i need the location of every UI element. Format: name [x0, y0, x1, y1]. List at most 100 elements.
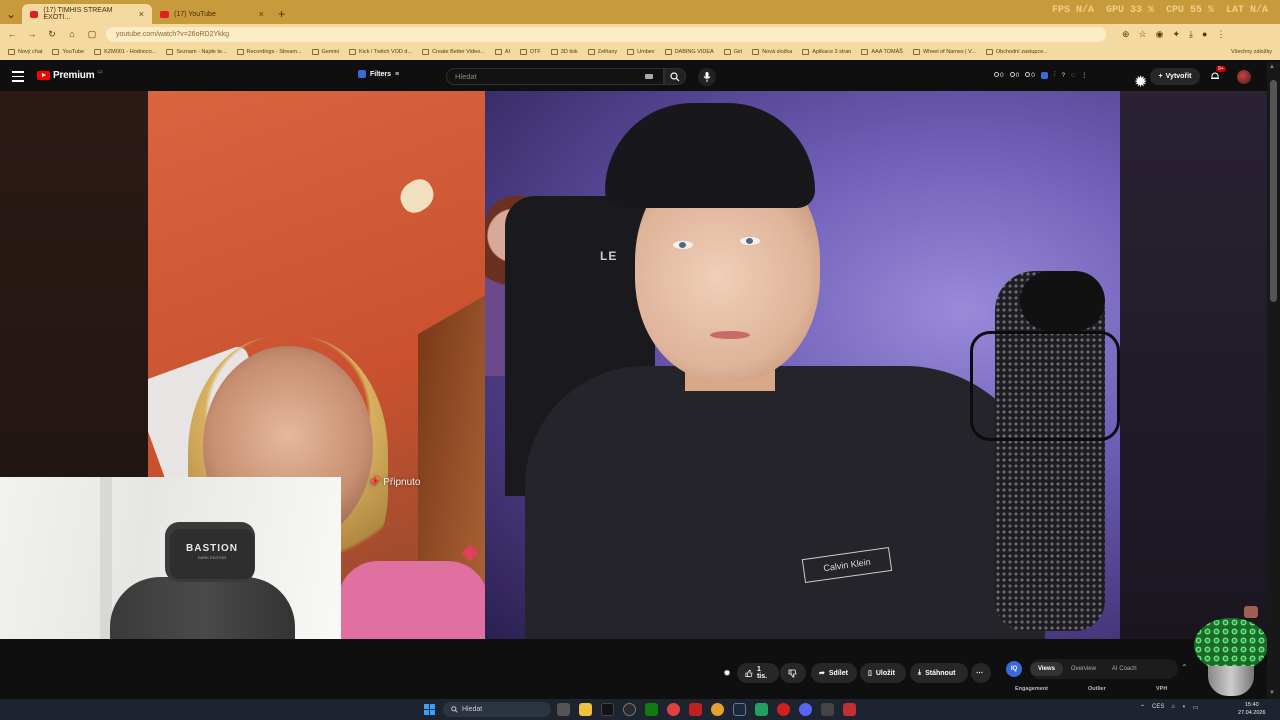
bookmark-item[interactable]: Nový chat: [8, 49, 42, 55]
all-bookmarks-button[interactable]: Všechny záložky: [1231, 49, 1272, 55]
bookmark-item[interactable]: Nová složka: [752, 49, 792, 55]
battery-icon[interactable]: ▭: [1193, 704, 1199, 711]
bookmark-item[interactable]: Seznam - Najde te...: [166, 49, 227, 55]
scroll-up-icon[interactable]: ▲: [1269, 64, 1275, 70]
bookmark-folder-icon: [664, 49, 672, 55]
collapse-icon[interactable]: ⌃: [1181, 663, 1188, 672]
tiktok-icon[interactable]: [601, 703, 614, 716]
profile-icon[interactable]: ●: [1202, 29, 1207, 40]
bookmark-item[interactable]: AI: [494, 49, 510, 55]
tab-stream[interactable]: (17) TIMHIS STREAM EXOTI... ×: [22, 4, 153, 24]
extension-gear-icon[interactable]: ✹: [1134, 72, 1147, 92]
bookmark-item[interactable]: Obchodní zastupce...: [985, 49, 1048, 55]
bookmark-item[interactable]: Recordings - Stream...: [236, 49, 302, 55]
download-icon[interactable]: ⤓: [1189, 29, 1193, 40]
file-explorer-icon[interactable]: [579, 703, 592, 716]
tab-youtube[interactable]: (17) YouTube ×: [152, 4, 272, 24]
create-button[interactable]: + Vytvořit: [1150, 68, 1200, 85]
bookmark-item[interactable]: Create Better Video...: [422, 49, 485, 55]
app-icon[interactable]: [821, 703, 834, 716]
opera-icon[interactable]: [689, 703, 702, 716]
more-actions-button[interactable]: ⋯: [971, 663, 991, 683]
search-input[interactable]: Hledat: [446, 68, 664, 85]
tab-search-icon[interactable]: ⌄: [0, 4, 22, 24]
voice-search-button[interactable]: [698, 68, 716, 86]
tab-views[interactable]: Views: [1030, 662, 1063, 676]
extension-badge-icon[interactable]: [1040, 71, 1048, 79]
save-button[interactable]: ▯ Uložit: [860, 663, 906, 683]
extension-icon[interactable]: ◉: [1156, 29, 1164, 40]
reload-icon[interactable]: ↻: [46, 29, 58, 40]
iq-badge[interactable]: IQ: [1006, 661, 1022, 677]
chart-icon[interactable]: ⫶: [1054, 71, 1056, 79]
menu-icon[interactable]: ⋮: [1216, 29, 1225, 40]
bookmark-item[interactable]: DABING VIDEA: [664, 49, 714, 55]
taskbar-search[interactable]: Hledat: [443, 702, 551, 717]
steam-icon[interactable]: [733, 703, 746, 716]
puzzle-icon[interactable]: ✦: [1172, 29, 1180, 40]
youtube-logo[interactable]: Premium CZ: [37, 69, 103, 81]
bookmark-item[interactable]: Wheel of Names | V...: [912, 49, 976, 55]
chrome-canary-icon[interactable]: [711, 703, 724, 716]
bookmark-label: Kick / Twitch VOD d...: [358, 49, 413, 55]
scroll-down-icon[interactable]: ▼: [1269, 690, 1275, 696]
dislike-button[interactable]: [780, 663, 806, 683]
chatgpt-icon[interactable]: [623, 703, 636, 716]
taskbar-clock[interactable]: 15:40 27.04.2026: [1238, 701, 1266, 717]
star-icon[interactable]: ☆: [1139, 29, 1147, 40]
chrome-icon[interactable]: [667, 703, 680, 716]
tab-overview[interactable]: Overview: [1063, 662, 1104, 676]
obs-icon[interactable]: [777, 703, 790, 716]
share-button[interactable]: ➦ Sdílet: [811, 663, 857, 683]
vph-label: VPH: [1156, 686, 1168, 692]
bookmark-item[interactable]: Zelňany: [587, 49, 617, 55]
like-button[interactable]: 1 tis.: [737, 663, 779, 683]
discord-icon[interactable]: [799, 703, 812, 716]
bell-icon[interactable]: [1210, 71, 1220, 81]
volume-icon[interactable]: ◖: [1182, 704, 1186, 711]
forward-icon[interactable]: →: [26, 29, 38, 39]
task-view-icon[interactable]: [557, 703, 570, 716]
new-tab-button[interactable]: +: [272, 4, 291, 24]
close-icon[interactable]: ×: [259, 9, 264, 19]
bookmark-item[interactable]: DTF: [520, 49, 541, 55]
xbox-icon[interactable]: [645, 703, 658, 716]
bookmark-item[interactable]: Girl: [723, 49, 742, 55]
more-icon[interactable]: ⋮: [1081, 71, 1088, 79]
back-icon[interactable]: ←: [6, 29, 18, 39]
filters-button[interactable]: Filters ≡: [358, 70, 399, 78]
bookmark-item[interactable]: Umbev: [627, 49, 655, 55]
url-field[interactable]: youtube.com/watch?v=26oRD2Ykkg: [106, 26, 1106, 42]
video-right-blur: [1120, 91, 1267, 639]
keyboard-icon[interactable]: [645, 74, 653, 79]
bookmark-item[interactable]: Kick / Twitch VOD d...: [348, 49, 413, 55]
language-indicator[interactable]: CES: [1152, 704, 1164, 711]
close-icon[interactable]: ×: [139, 9, 144, 19]
bookmark-item[interactable]: Gemini: [311, 49, 339, 55]
tab-ai-coach[interactable]: AI Coach: [1104, 662, 1145, 676]
tray-chevron-icon[interactable]: ⌃: [1140, 704, 1145, 711]
bookmark-item[interactable]: 3D tisk: [550, 49, 578, 55]
extension-gear-icon[interactable]: ✹: [719, 665, 735, 681]
start-button-icon[interactable]: [424, 704, 435, 715]
sidebar-icon[interactable]: ▢: [86, 29, 98, 40]
bookmark-item[interactable]: Aplikace 3 stran: [802, 49, 851, 55]
hamburger-menu-icon[interactable]: [12, 71, 24, 82]
search-button[interactable]: [664, 68, 686, 85]
bookmark-item[interactable]: KZM001 - Hodnoco...: [94, 49, 156, 55]
cat-sticker: [1244, 606, 1258, 618]
page-scrollbar[interactable]: ▲ ▼: [1267, 62, 1280, 699]
download-button[interactable]: ⤓ Stáhnout: [910, 663, 968, 683]
help-icon[interactable]: ?: [1062, 72, 1066, 79]
network-icon[interactable]: ⌂: [1171, 704, 1175, 711]
bookmark-item[interactable]: YouTube: [52, 49, 84, 55]
install-icon[interactable]: ⊕: [1122, 29, 1130, 40]
home-icon[interactable]: ⌂: [66, 29, 78, 39]
excel-icon[interactable]: [755, 703, 768, 716]
shield-icon[interactable]: [843, 703, 856, 716]
bookmark-item[interactable]: AAA TOMÁŠ: [861, 49, 903, 55]
avatar[interactable]: [1237, 70, 1251, 84]
scrollbar-thumb[interactable]: [1270, 80, 1277, 302]
create-label: Vytvořit: [1165, 73, 1192, 80]
chat-icon[interactable]: ◌: [1071, 72, 1075, 79]
